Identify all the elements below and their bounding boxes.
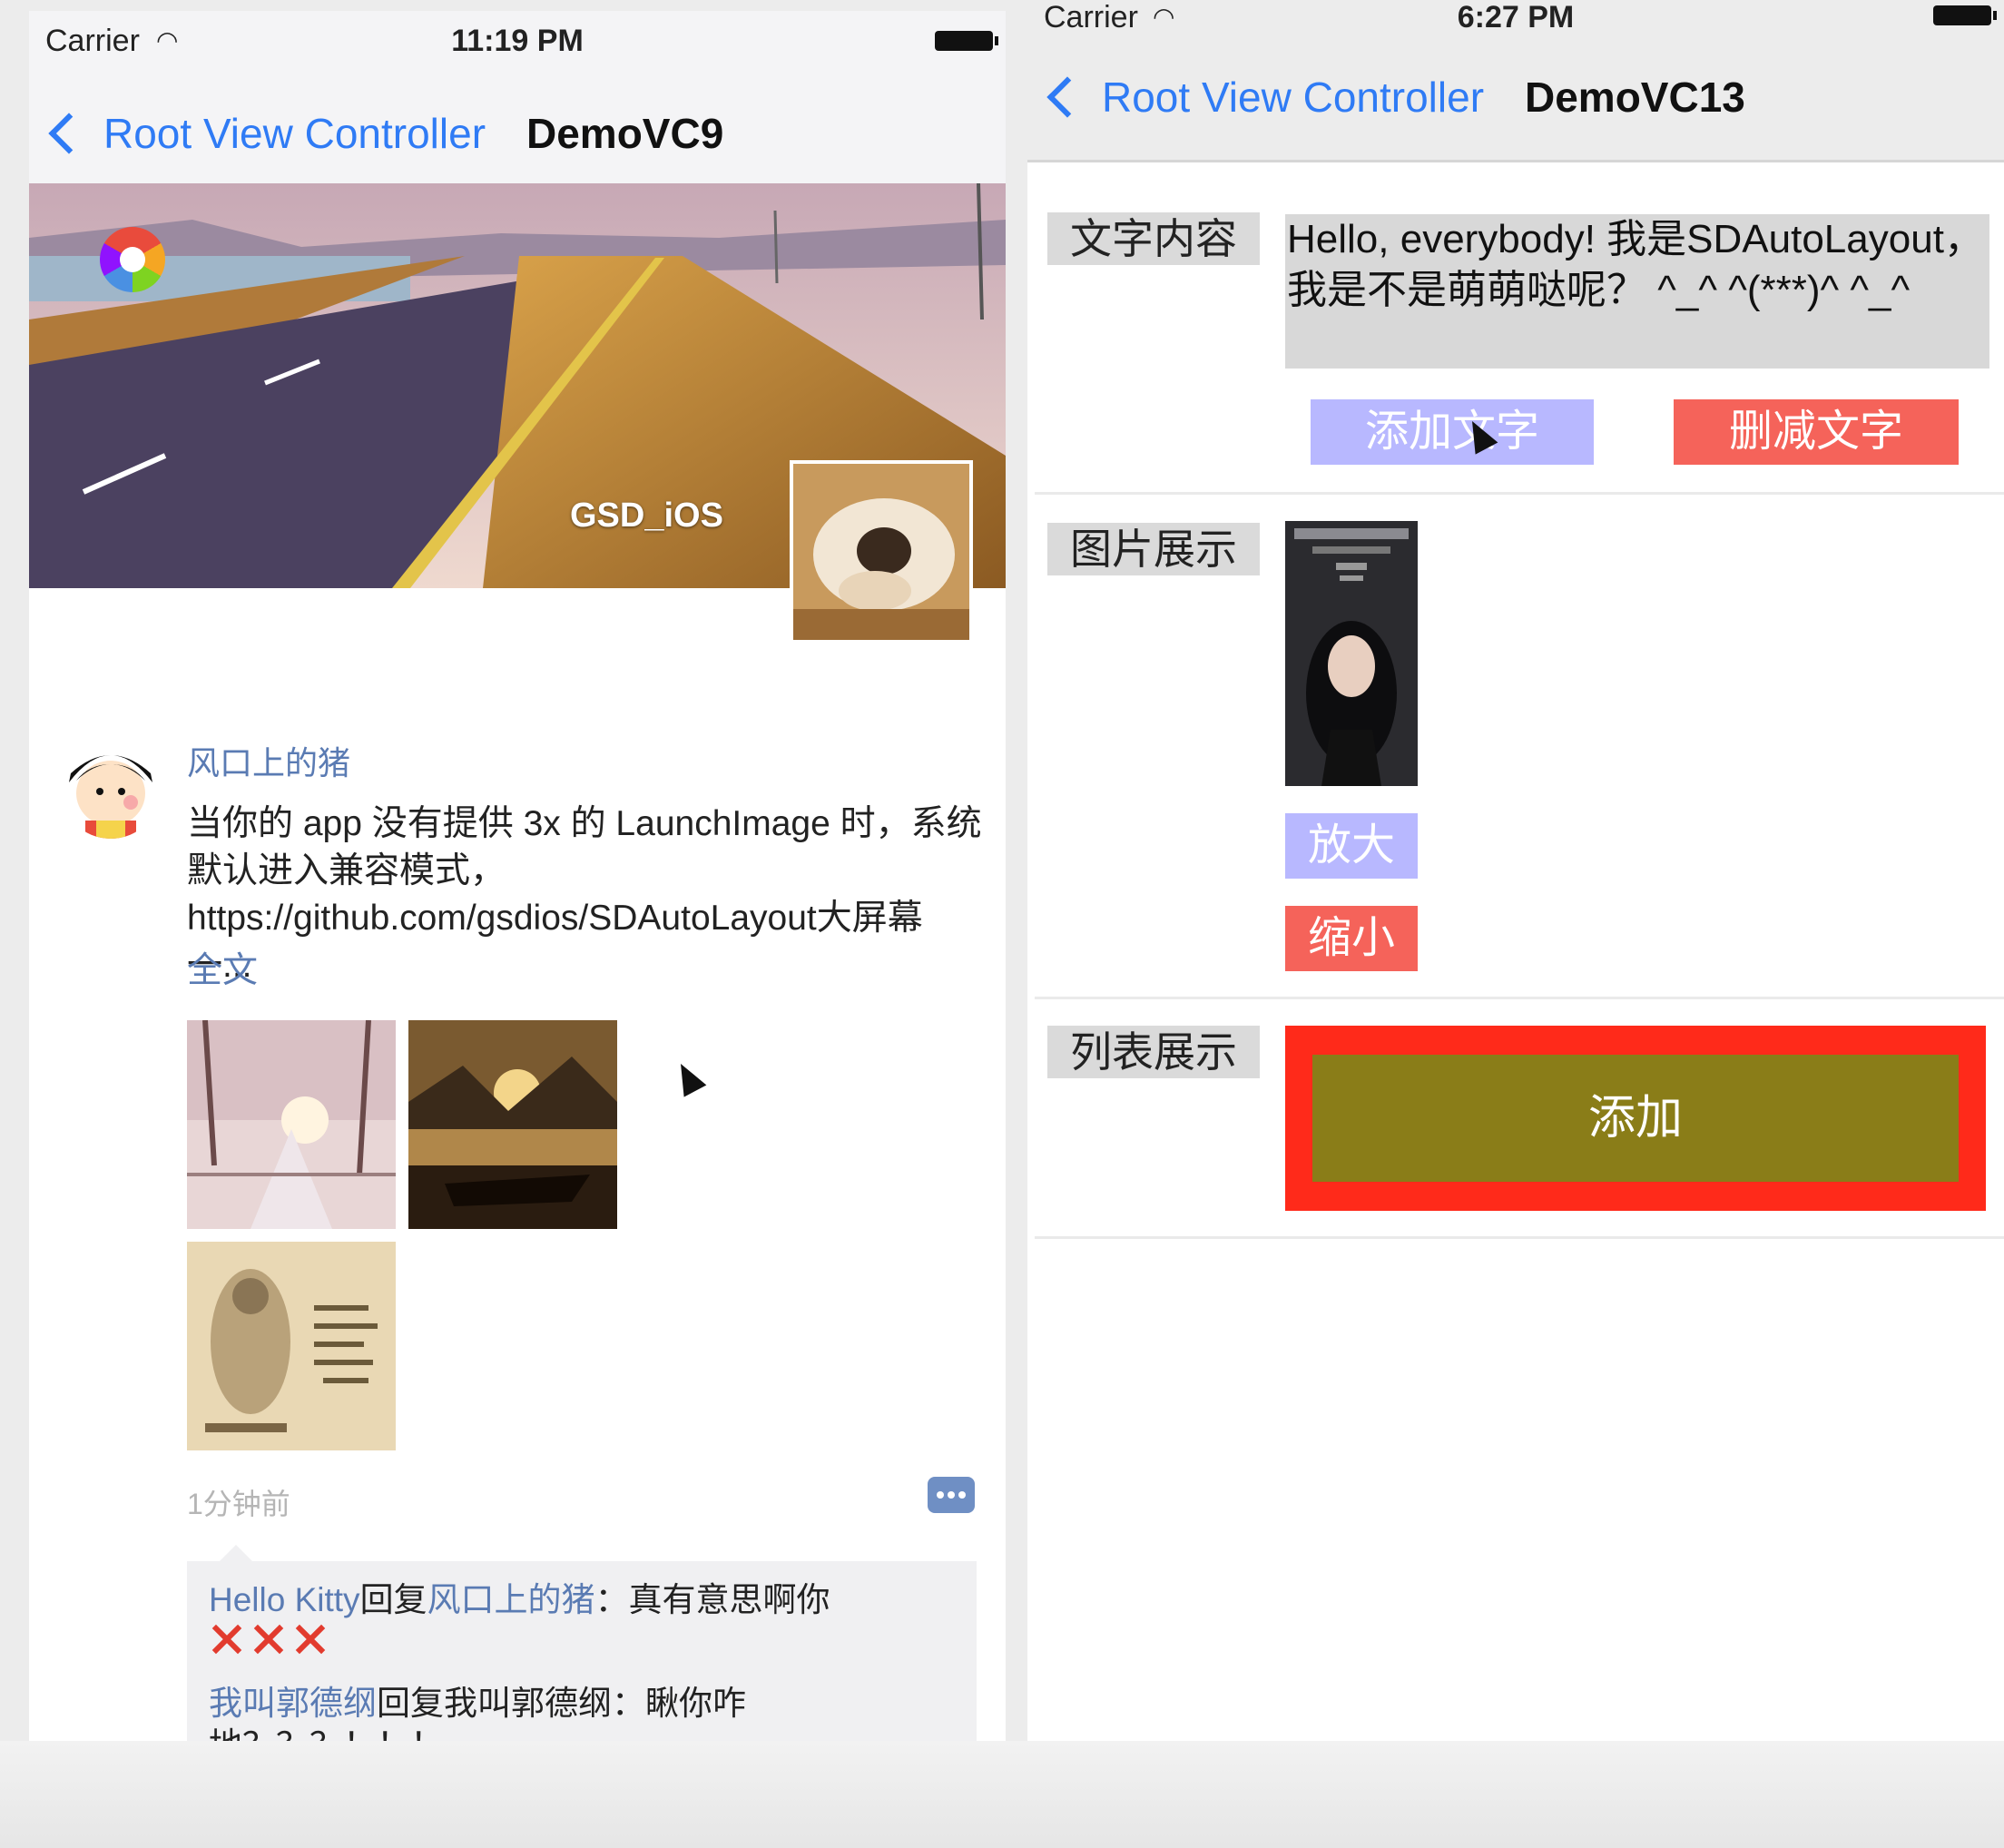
anger-emoji-icon bbox=[292, 1621, 329, 1657]
zoom-out-button[interactable]: 缩小 bbox=[1285, 906, 1418, 971]
back-button[interactable]: Root View Controller bbox=[1042, 73, 1484, 122]
add-button[interactable]: 添加 bbox=[1312, 1055, 1959, 1182]
section-divider bbox=[1035, 997, 2004, 999]
comment-2-to[interactable]: 我叫郭德纲 bbox=[444, 1685, 612, 1722]
nav-title: DemoVC13 bbox=[1525, 74, 1745, 121]
logo-icon bbox=[100, 227, 165, 292]
list-container: 添加 bbox=[1285, 1026, 1986, 1211]
text-content: Hello, everybody! 我是SDAutoLayout，我是不是萌萌哒… bbox=[1285, 214, 1989, 369]
nav-title: DemoVC9 bbox=[526, 110, 724, 157]
full-text-link[interactable]: 全文 bbox=[187, 942, 258, 993]
post-photo-1[interactable] bbox=[187, 1020, 396, 1229]
list-section-label: 列表展示 bbox=[1047, 1026, 1260, 1078]
comment-2-reply-word: 回复 bbox=[377, 1685, 444, 1722]
section-divider bbox=[1035, 492, 2004, 495]
navigation-bar: Root View Controller DemoVC13 bbox=[1027, 51, 2004, 151]
anger-emoji-icon bbox=[209, 1621, 245, 1657]
chevron-left-icon bbox=[1046, 76, 1088, 118]
post-text: 当你的 app 没有提供 3x 的 LaunchImage 时，系统默认进入兼容… bbox=[187, 804, 982, 985]
add-text-button[interactable]: 添加文字 bbox=[1311, 399, 1594, 465]
comment-1: Hello Kitty回复风口上的猪：真有意思啊你 bbox=[209, 1579, 953, 1667]
comment-icon[interactable] bbox=[928, 1477, 975, 1513]
image-section-label: 图片展示 bbox=[1047, 523, 1260, 575]
comment-1-from[interactable]: Hello Kitty bbox=[209, 1581, 360, 1618]
post-photo-2[interactable] bbox=[408, 1020, 617, 1229]
chevron-left-icon bbox=[48, 113, 90, 154]
anger-emoji-icon bbox=[250, 1621, 287, 1657]
back-button-label: Root View Controller bbox=[1102, 74, 1485, 121]
left-phone-screen: Carrier ◠ 11:19 PM Root View Controller … bbox=[29, 11, 1006, 1752]
banner-username: GSD_iOS bbox=[570, 496, 723, 535]
text-section-label: 文字内容 bbox=[1047, 212, 1260, 265]
poster-image bbox=[1285, 521, 1418, 786]
battery-icon bbox=[1933, 5, 1997, 25]
comment-1-text: ：真有意思啊你 bbox=[594, 1581, 830, 1618]
back-button-label: Root View Controller bbox=[103, 110, 486, 157]
user-avatar[interactable] bbox=[60, 737, 162, 839]
bottom-border bbox=[0, 1741, 2004, 1848]
remove-text-button[interactable]: 删减文字 bbox=[1674, 399, 1959, 465]
battery-icon bbox=[935, 31, 998, 51]
comment-1-to[interactable]: 风口上的猪 bbox=[427, 1581, 595, 1618]
mouse-cursor-icon bbox=[669, 1057, 707, 1097]
comments-box: Hello Kitty回复风口上的猪：真有意思啊你 我叫郭德纲回复我叫郭德纲：瞅… bbox=[187, 1545, 977, 1752]
status-time: 11:19 PM bbox=[451, 24, 584, 58]
right-phone-screen: Carrier ◠ 6:27 PM Root View Controller D… bbox=[1027, 0, 2004, 1741]
cover-avatar-image[interactable] bbox=[790, 460, 973, 644]
post-author-name[interactable]: 风口上的猪 bbox=[187, 737, 350, 784]
section-divider bbox=[1035, 1236, 2004, 1239]
comment-1-reply-word: 回复 bbox=[359, 1581, 427, 1618]
nav-divider bbox=[1027, 160, 2004, 162]
status-time: 6:27 PM bbox=[1457, 0, 1575, 34]
status-bar: Carrier ◠ 11:19 PM bbox=[29, 11, 1006, 69]
zoom-in-button[interactable]: 放大 bbox=[1285, 813, 1418, 879]
back-button[interactable]: Root View Controller bbox=[44, 109, 486, 158]
comment-2-from[interactable]: 我叫郭德纲 bbox=[209, 1685, 377, 1722]
post-time: 1分钟前 bbox=[187, 1488, 290, 1520]
status-bar: Carrier ◠ 6:27 PM bbox=[1027, 0, 2004, 58]
post-photo-3[interactable] bbox=[187, 1242, 396, 1450]
navigation-bar: Root View Controller DemoVC9 bbox=[29, 84, 1006, 183]
